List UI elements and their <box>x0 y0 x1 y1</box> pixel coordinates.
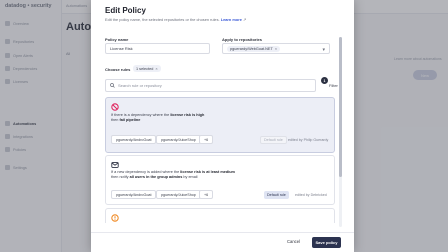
apply-repositories-label: Apply to repositories <box>222 37 263 42</box>
filter-count-badge: 1 <box>321 77 328 84</box>
more-repositories-chip[interactable]: +6 <box>199 190 214 199</box>
scrollbar-thumb[interactable] <box>339 37 342 177</box>
rule-condition: license risk is at least medium <box>180 170 235 174</box>
choose-rules-label: Choose rules <box>105 67 131 72</box>
modal-description: Edit the policy name, the selected repos… <box>105 17 247 22</box>
policy-name-input[interactable]: License Risk <box>105 43 210 54</box>
more-repositories-chip[interactable]: +6 <box>199 135 214 144</box>
rule-card[interactable]: If there is a dependency where the licen… <box>105 97 335 153</box>
rule-card[interactable]: If a new dependency is added where the l… <box>105 155 335 205</box>
save-policy-button[interactable]: Save policy <box>312 237 341 248</box>
chevron-down-icon: ▾ <box>322 47 325 53</box>
rule-description: If there is a dependency where the licen… <box>111 113 311 123</box>
rule-condition: license risk is high <box>170 113 205 117</box>
edit-policy-modal: Edit Policy Edit the policy name, the se… <box>91 0 354 252</box>
repository-chip: pguerardy/JuiceShop <box>156 135 201 144</box>
selected-count-chip: 1 selected × <box>133 65 161 72</box>
edited-by: edited by Debricked <box>295 193 327 197</box>
modal-scrollbar[interactable] <box>339 37 342 227</box>
modal-footer: Cancel Save policy <box>91 232 354 252</box>
edited-by: edited by Philip Guerardy <box>288 138 329 142</box>
search-input[interactable] <box>118 83 268 88</box>
repository-chip: pguerardy/JuiceShop <box>156 190 201 199</box>
selected-count-label: 1 selected <box>136 66 154 71</box>
modal-title: Edit Policy <box>105 6 146 15</box>
rule-text: then notify <box>111 175 130 179</box>
default-rule-tag: Default rule <box>260 136 287 144</box>
learn-more-link[interactable]: Learn more <box>221 17 242 22</box>
rule-search-box[interactable] <box>105 79 316 92</box>
apply-repositories-select[interactable]: pguerardy/WebGoat.NET × ▾ <box>222 43 330 54</box>
clear-selection-icon[interactable]: × <box>155 66 157 71</box>
remove-icon[interactable]: × <box>275 46 277 51</box>
default-rule-tag: Default rule <box>264 191 289 199</box>
search-icon <box>110 83 115 88</box>
repository-chip: pguerardy/AndroGoat <box>111 135 157 144</box>
repository-chip: pguerardy/WebGoat.NET × <box>227 45 281 52</box>
rule-text: by email <box>182 175 198 179</box>
warning-icon <box>111 214 119 222</box>
rules-list: If there is a dependency where the licen… <box>105 97 335 223</box>
filter-label: Filter <box>329 83 338 88</box>
rule-card[interactable] <box>105 208 335 223</box>
rule-description: If a new dependency is added where the l… <box>111 170 311 180</box>
rule-action: all users in the group admins <box>129 175 183 179</box>
external-link-icon: ↗ <box>243 17 247 22</box>
filter-button[interactable]: 1 Filter <box>317 77 338 92</box>
modal-description-text: Edit the policy name, the selected repos… <box>105 17 219 22</box>
rule-text: If a new dependency is added where the <box>111 170 181 174</box>
repository-chip-label: pguerardy/WebGoat.NET <box>230 46 273 51</box>
mail-icon <box>111 162 119 168</box>
repository-chip: pguerardy/AndroGoat <box>111 190 157 199</box>
rule-text: If there is a dependency where the <box>111 113 171 117</box>
rule-action: fail pipeline <box>119 118 141 122</box>
cancel-button[interactable]: Cancel <box>287 239 300 244</box>
block-icon <box>111 103 119 111</box>
policy-name-label: Policy name <box>105 37 129 42</box>
